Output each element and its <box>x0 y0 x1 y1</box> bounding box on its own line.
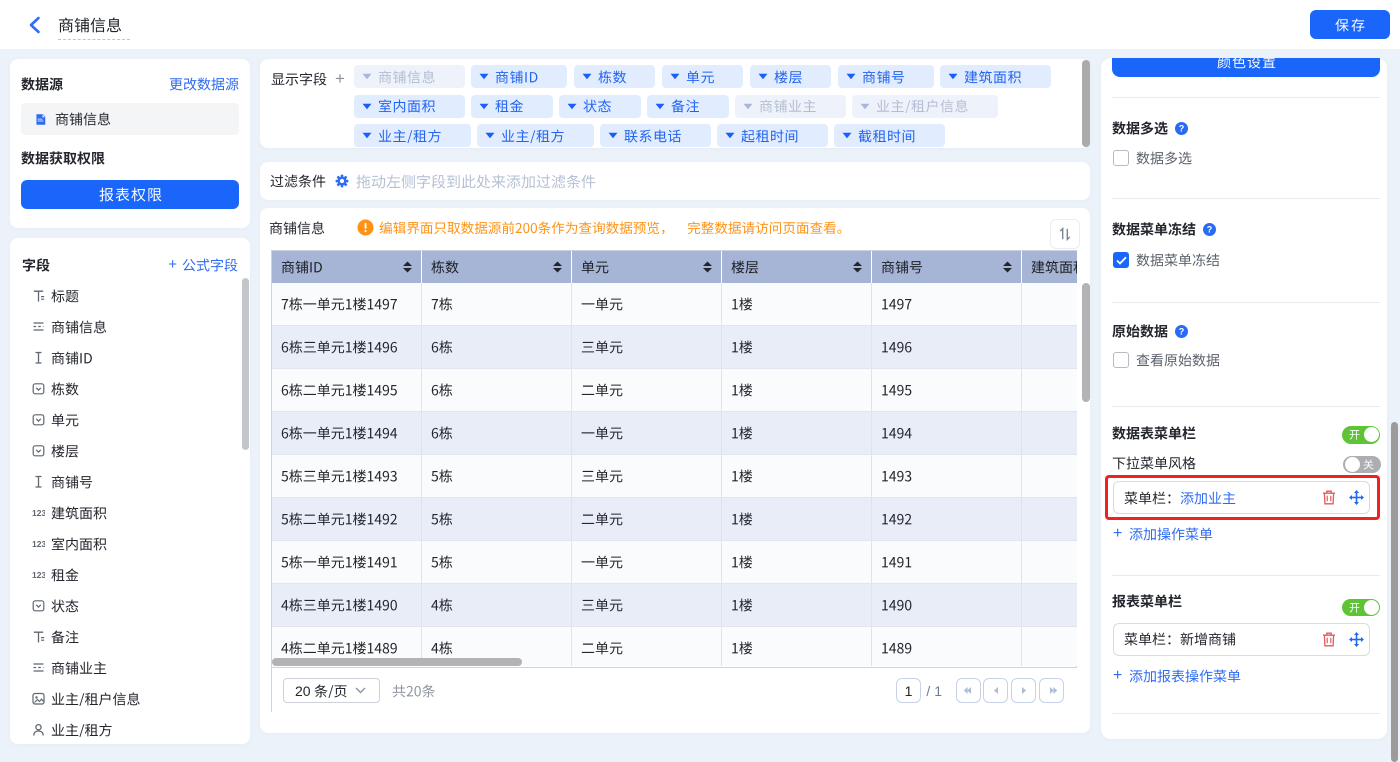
svg-text:?: ? <box>1179 123 1185 133</box>
svg-text:123: 123 <box>32 508 45 518</box>
svg-text:?: ? <box>1207 224 1213 234</box>
svg-text:?: ? <box>1179 326 1185 336</box>
svg-text:123: 123 <box>32 570 45 580</box>
svg-text:123: 123 <box>32 539 45 549</box>
